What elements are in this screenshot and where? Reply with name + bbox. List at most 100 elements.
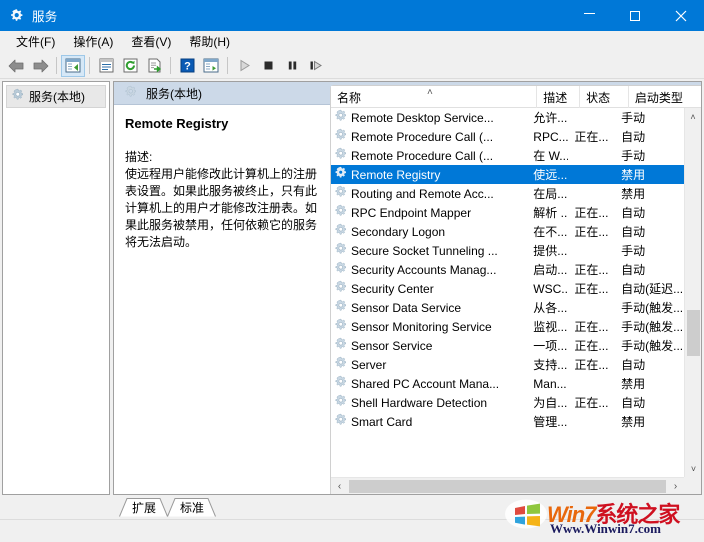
cell-startup-type: 禁用 bbox=[621, 187, 646, 201]
cell-status: 正在... bbox=[574, 358, 609, 372]
cell-startup-type: 手动 bbox=[621, 149, 646, 163]
back-arrow-icon[interactable] bbox=[4, 55, 28, 77]
stop-service-icon[interactable] bbox=[256, 55, 280, 77]
vertical-scroll-thumb[interactable] bbox=[687, 310, 700, 356]
menu-bar: 文件(F) 操作(A) 查看(V) 帮助(H) bbox=[0, 31, 704, 53]
service-gear-icon bbox=[334, 375, 348, 392]
table-row[interactable]: Remote Registry 使远... 禁用 bbox=[331, 165, 684, 184]
cell-status: 正在... bbox=[574, 339, 609, 353]
menu-view[interactable]: 查看(V) bbox=[122, 31, 180, 52]
export-list-icon[interactable] bbox=[142, 55, 166, 77]
table-row[interactable]: Secure Socket Tunneling ... 提供... 手动 bbox=[331, 241, 684, 260]
menu-help[interactable]: 帮助(H) bbox=[180, 31, 239, 52]
table-row[interactable]: Smart Card 管理... 禁用 bbox=[331, 412, 684, 431]
cell-description: Man... bbox=[533, 376, 567, 391]
tab-standard[interactable]: 标准 bbox=[167, 498, 217, 517]
table-row[interactable]: Sensor Service 一项... 正在... 手动(触发... bbox=[331, 336, 684, 355]
horizontal-scrollbar[interactable]: ‹ › bbox=[331, 477, 701, 494]
menu-file[interactable]: 文件(F) bbox=[7, 31, 64, 52]
horizontal-scroll-thumb[interactable] bbox=[349, 479, 666, 493]
table-row[interactable]: Security Accounts Manag... 启动... 正在... 自动 bbox=[331, 260, 684, 279]
table-row[interactable]: Shell Hardware Detection 为自... 正在... 自动 bbox=[331, 393, 684, 412]
table-row[interactable]: Security Center WSC... 正在... 自动(延迟... bbox=[331, 279, 684, 298]
scroll-left-button[interactable]: ‹ bbox=[331, 478, 348, 495]
cell-startup-type: 禁用 bbox=[621, 415, 646, 429]
cell-description: 在不... bbox=[533, 225, 568, 239]
toolbar-separator bbox=[170, 57, 171, 74]
properties-icon[interactable] bbox=[94, 55, 118, 77]
table-row[interactable]: Sensor Monitoring Service 监视... 正在... 手动(触发… bbox=[331, 317, 684, 336]
window-controls bbox=[566, 0, 704, 31]
menu-action[interactable]: 操作(A) bbox=[64, 31, 122, 52]
scroll-right-button[interactable]: › bbox=[667, 478, 684, 495]
vertical-scrollbar[interactable]: ˄ ˅ bbox=[684, 108, 701, 477]
page-title: Remote Registry bbox=[125, 116, 229, 131]
table-row[interactable]: Shared PC Account Mana... Man... 禁用 bbox=[331, 374, 684, 393]
cell-startup-type: 手动 bbox=[621, 244, 646, 258]
show-hide-tree-icon[interactable] bbox=[61, 54, 85, 77]
table-row[interactable]: Remote Procedure Call (... RPC... 正在... 自动 bbox=[331, 127, 684, 146]
table-row[interactable]: Secondary Logon 在不... 正在... 自动 bbox=[331, 222, 684, 241]
new-window-icon[interactable] bbox=[199, 55, 223, 77]
service-detail: Remote Registry 描述: 使远程用户能修改此计算机上的注册表设置。… bbox=[114, 106, 329, 494]
cell-status: 正在... bbox=[574, 282, 609, 296]
scroll-up-button[interactable]: ˄ bbox=[685, 108, 701, 125]
restart-service-icon[interactable] bbox=[304, 55, 328, 77]
description-text: 使远程用户能修改此计算机上的注册表设置。如果此服务被终止，只有此计算机上的用户才… bbox=[125, 167, 318, 249]
table-row[interactable]: Remote Procedure Call (... 在 W... 手动 bbox=[331, 146, 684, 165]
column-header-name[interactable]: 名称 ˄ bbox=[331, 86, 538, 108]
help-icon[interactable]: ? bbox=[175, 55, 199, 77]
cell-status: 正在... bbox=[574, 130, 609, 144]
cell-description: RPC... bbox=[533, 129, 569, 144]
cell-startup-type: 手动 bbox=[621, 111, 646, 125]
pause-service-icon[interactable] bbox=[280, 55, 304, 77]
pane-header-label: 服务(本地) bbox=[146, 86, 202, 101]
cell-name: Remote Procedure Call (... bbox=[331, 147, 527, 164]
site-watermark: Win7系统之家 Www.Winwin7.com bbox=[503, 496, 701, 540]
scroll-down-button[interactable]: ˅ bbox=[685, 460, 702, 477]
title-bar[interactable]: 服务 bbox=[0, 0, 704, 31]
scrollbar-corner bbox=[684, 477, 701, 494]
svg-text:?: ? bbox=[184, 61, 191, 73]
service-gear-icon bbox=[334, 242, 348, 259]
table-row[interactable]: Routing and Remote Acc... 在局... 禁用 bbox=[331, 184, 684, 203]
maximize-button[interactable] bbox=[612, 0, 658, 31]
cell-name: Shared PC Account Mana... bbox=[331, 375, 527, 392]
cell-description: 解析 ... bbox=[533, 206, 569, 220]
column-header-description[interactable]: 描述 bbox=[537, 86, 581, 108]
start-service-icon[interactable] bbox=[232, 55, 256, 77]
table-row[interactable]: Remote Desktop Service... 允许... 手动 bbox=[331, 108, 684, 127]
service-gear-icon bbox=[334, 261, 348, 278]
cell-description: 监视... bbox=[533, 320, 568, 334]
cell-description: 从各... bbox=[533, 301, 568, 315]
sidebar-item-services-local[interactable]: 服务(本地) bbox=[6, 85, 106, 108]
forward-arrow-icon[interactable] bbox=[28, 55, 52, 77]
description-label: 描述: bbox=[125, 150, 153, 164]
close-button[interactable] bbox=[658, 0, 704, 31]
table-row[interactable]: Sensor Data Service 从各... 手动(触发... bbox=[331, 298, 684, 317]
service-gear-icon bbox=[334, 299, 348, 316]
tab-extended[interactable]: 扩展 bbox=[119, 498, 169, 517]
cell-startup-type: 自动 bbox=[621, 206, 646, 220]
cell-name: Security Accounts Manag... bbox=[331, 261, 527, 278]
cell-name: Remote Procedure Call (... bbox=[331, 128, 527, 145]
table-row[interactable]: Server 支持... 正在... 自动 bbox=[331, 355, 684, 374]
details-pane: 服务(本地) Remote Registry 描述: 使远程用户能修改此计算机上… bbox=[113, 81, 702, 495]
cell-status: 正在... bbox=[574, 225, 609, 239]
table-row[interactable]: RPC Endpoint Mapper 解析 ... 正在... 自动 bbox=[331, 203, 684, 222]
column-header-startup-type[interactable]: 启动类型 bbox=[629, 86, 701, 108]
cell-status: 正在... bbox=[574, 396, 609, 410]
cell-description: 支持... bbox=[533, 358, 568, 372]
column-header-status[interactable]: 状态 bbox=[580, 86, 629, 108]
cell-name: RPC Endpoint Mapper bbox=[331, 204, 527, 221]
toolbar-separator bbox=[227, 57, 228, 74]
refresh-icon[interactable] bbox=[118, 55, 142, 77]
cell-name: Smart Card bbox=[331, 413, 527, 430]
service-gear-icon bbox=[334, 318, 348, 335]
service-gear-icon bbox=[334, 128, 348, 145]
minimize-button[interactable] bbox=[566, 0, 612, 31]
cell-name: Server bbox=[331, 356, 527, 373]
service-gear-icon bbox=[334, 394, 348, 411]
toolbar-separator bbox=[56, 57, 57, 74]
services-gear-icon bbox=[11, 88, 25, 105]
